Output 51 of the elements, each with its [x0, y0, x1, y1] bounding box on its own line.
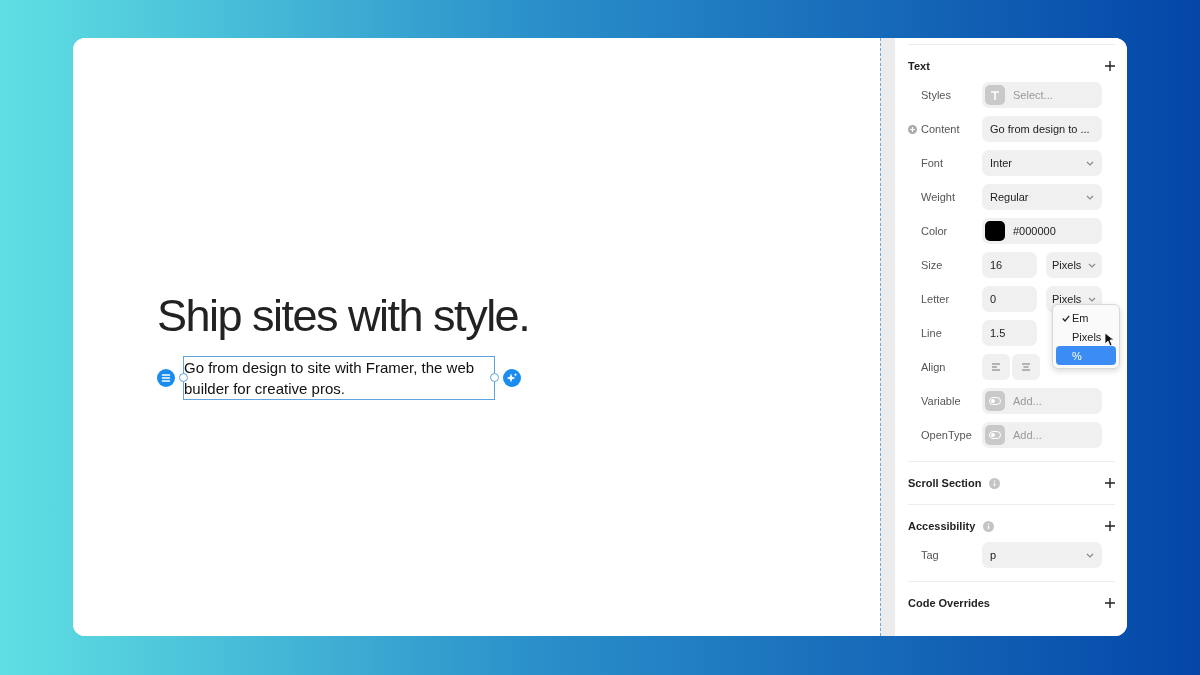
field-label: Content: [921, 123, 960, 135]
number-field[interactable]: 1.5: [982, 320, 1037, 346]
toggle-icon: [989, 431, 1001, 439]
chevron-down-icon: [1086, 160, 1094, 166]
align-left-icon: [991, 363, 1001, 371]
unit-dropdown[interactable]: Pixels: [1046, 252, 1102, 278]
field-label: Letter: [921, 293, 950, 305]
field-label: Tag: [921, 549, 939, 561]
field-label: Line: [921, 327, 942, 339]
add-icon[interactable]: [1105, 478, 1115, 488]
field-label: Align: [921, 361, 946, 373]
chevron-down-icon: [1088, 296, 1096, 302]
dropdown[interactable]: Inter: [982, 150, 1102, 176]
color-field[interactable]: #000000: [982, 218, 1102, 244]
number-field[interactable]: 0: [982, 286, 1037, 312]
add-icon[interactable]: [1105, 598, 1115, 608]
chevron-down-icon: [1088, 262, 1096, 268]
add-icon[interactable]: [1105, 521, 1115, 531]
menu-item[interactable]: Pixels: [1056, 327, 1116, 346]
section-title: Text: [908, 60, 930, 72]
text-icon: [991, 90, 999, 100]
sparkle-icon[interactable]: [503, 369, 521, 387]
field-label: OpenType: [921, 429, 972, 441]
cursor-icon: [1104, 332, 1114, 347]
section-title: Accessibility: [908, 520, 976, 532]
section-title: Code Overrides: [908, 597, 990, 609]
field-label: Variable: [921, 395, 961, 407]
toggle-icon: [989, 397, 1001, 405]
content-field[interactable]: Go from design to ...: [982, 116, 1102, 142]
add-icon[interactable]: [1105, 61, 1115, 71]
number-field[interactable]: 16: [982, 252, 1037, 278]
align-left-button[interactable]: [982, 354, 1010, 380]
list-icon[interactable]: [157, 369, 175, 387]
checkmark-icon: [1062, 314, 1070, 322]
chevron-down-icon: [1086, 194, 1094, 200]
color-swatch[interactable]: [985, 221, 1005, 241]
align-center-button[interactable]: [1012, 354, 1040, 380]
plus-circle-icon[interactable]: [908, 124, 917, 134]
align-center-icon: [1021, 363, 1031, 371]
dropdown[interactable]: p: [982, 542, 1102, 568]
field-label: Size: [921, 259, 943, 271]
field-label: Weight: [921, 191, 956, 203]
dropdown[interactable]: Regular: [982, 184, 1102, 210]
field-label: Color: [921, 225, 948, 237]
canvas-heading: Ship sites with style.: [157, 290, 531, 342]
field-label: Styles: [921, 89, 951, 101]
info-icon[interactable]: [989, 477, 1001, 489]
info-icon[interactable]: [983, 520, 995, 532]
section-title: Scroll Section: [908, 477, 982, 489]
chevron-down-icon: [1086, 552, 1094, 558]
field-label: Font: [921, 157, 943, 169]
